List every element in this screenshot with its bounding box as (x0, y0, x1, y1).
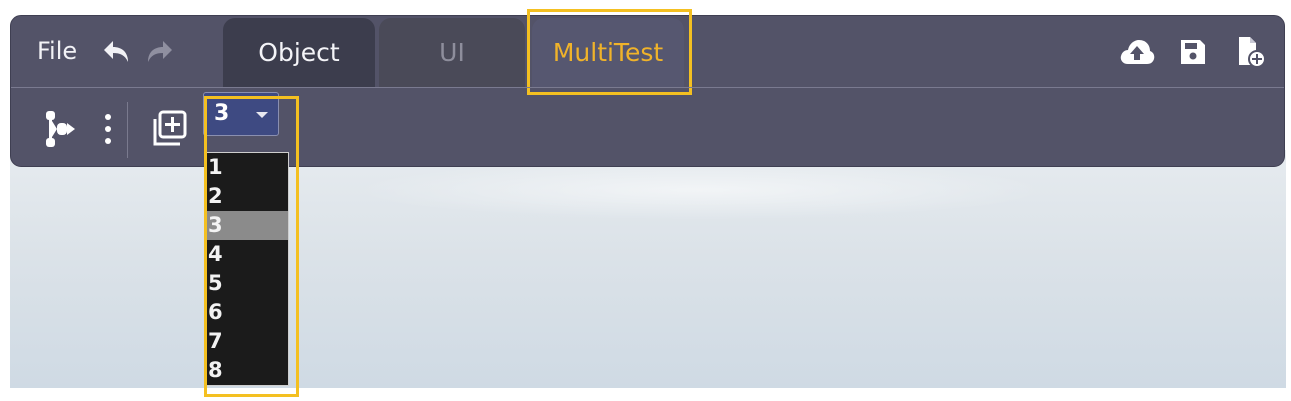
tab-object-label: Object (258, 38, 340, 67)
count-dropdown-list: 1 2 3 4 5 6 7 8 (205, 152, 289, 386)
save-icon[interactable] (1175, 34, 1211, 70)
cloud-upload-icon[interactable] (1119, 34, 1155, 70)
redo-icon[interactable] (143, 36, 175, 68)
tab-ui-label: UI (439, 38, 465, 67)
dropdown-option-1[interactable]: 1 (206, 153, 288, 182)
more-vertical-icon[interactable] (99, 110, 117, 148)
undo-icon[interactable] (101, 36, 133, 68)
hierarchy-icon[interactable] (41, 108, 81, 150)
dropdown-option-8[interactable]: 8 (206, 356, 288, 385)
count-select[interactable]: 3 (203, 92, 279, 136)
dropdown-option-7[interactable]: 7 (206, 327, 288, 356)
toolbar-separator (127, 102, 128, 158)
tab-multitest-label: MultiTest (552, 38, 664, 67)
editor-header-panel: File Object UI MultiTest (10, 9, 1285, 168)
chevron-down-icon (256, 112, 268, 118)
dropdown-option-4[interactable]: 4 (206, 240, 288, 269)
dropdown-option-5[interactable]: 5 (206, 269, 288, 298)
tab-ui[interactable]: UI (379, 18, 525, 87)
scene-background (10, 150, 1286, 388)
dropdown-option-3[interactable]: 3 (206, 211, 288, 240)
dropdown-option-6[interactable]: 6 (206, 298, 288, 327)
tab-multitest[interactable]: MultiTest (532, 18, 684, 87)
new-file-icon[interactable] (1233, 34, 1269, 70)
count-select-value: 3 (214, 101, 230, 126)
dropdown-option-2[interactable]: 2 (206, 182, 288, 211)
toolbar (11, 88, 1284, 168)
file-menu[interactable]: File (37, 37, 77, 65)
tab-object[interactable]: Object (223, 18, 375, 87)
duplicate-icon[interactable] (147, 108, 191, 150)
top-bar: File Object UI MultiTest (11, 9, 1284, 95)
